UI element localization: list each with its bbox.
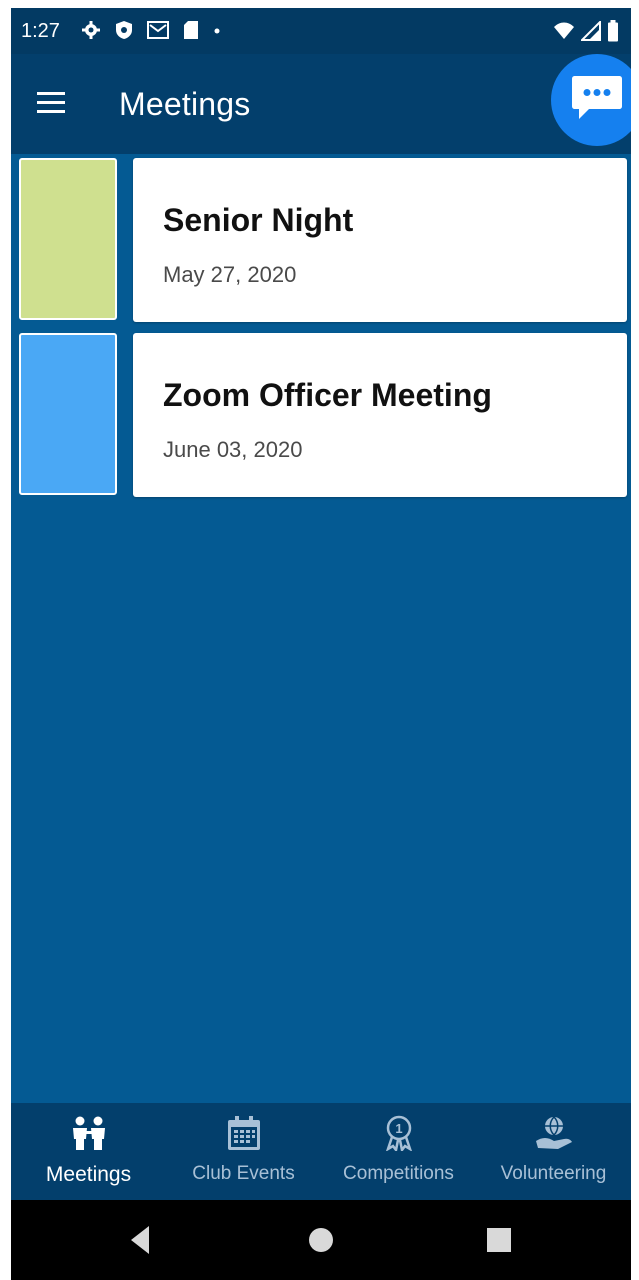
meeting-list-item[interactable]: Zoom Officer Meeting June 03, 2020	[19, 333, 627, 497]
meeting-card[interactable]: Zoom Officer Meeting June 03, 2020	[133, 333, 627, 497]
tab-competitions[interactable]: 1 Competitions	[321, 1103, 476, 1200]
gmail-icon	[147, 21, 169, 39]
system-navigation-bar	[11, 1200, 631, 1280]
award-ribbon-icon: 1	[385, 1115, 412, 1151]
battery-icon	[608, 20, 618, 42]
meeting-list-item[interactable]: Senior Night May 27, 2020	[19, 158, 627, 322]
meeting-date: May 27, 2020	[163, 262, 297, 287]
calendar-icon	[227, 1116, 260, 1150]
status-time: 1:27	[21, 20, 60, 42]
tab-label: Competitions	[343, 1163, 454, 1184]
chat-bubble-icon	[572, 76, 622, 119]
tab-club-events[interactable]: Club Events	[166, 1103, 321, 1200]
meeting-title: Senior Night	[163, 202, 354, 238]
hamburger-menu-icon[interactable]	[33, 88, 69, 118]
tab-label: Club Events	[192, 1163, 295, 1184]
tab-label: Meetings	[45, 1163, 132, 1186]
status-icons-left	[81, 20, 221, 40]
status-bar: 1:27	[11, 8, 631, 54]
meeting-color-swatch	[19, 158, 117, 320]
app-screen: 1:27 Meetings Senior Night May 27, 2020 …	[11, 8, 631, 1280]
meeting-color-swatch	[19, 333, 117, 495]
recents-icon[interactable]	[481, 1222, 517, 1258]
home-icon[interactable]	[303, 1222, 339, 1258]
tab-label: Volunteering	[500, 1163, 607, 1184]
svg-text:1: 1	[395, 1121, 402, 1136]
bottom-navigation: Meetings Club Events 1 Competitions Volu…	[11, 1103, 631, 1200]
meeting-date: June 03, 2020	[163, 437, 303, 462]
back-icon[interactable]	[123, 1222, 159, 1258]
globe-hand-icon	[535, 1116, 572, 1149]
dot-icon	[214, 28, 220, 34]
wifi-icon	[554, 22, 574, 39]
meeting-title: Zoom Officer Meeting	[163, 377, 492, 413]
page-title: Meetings	[119, 86, 251, 122]
tab-volunteering[interactable]: Volunteering	[476, 1103, 631, 1200]
status-icons-right	[553, 20, 619, 42]
sd-card-icon	[184, 21, 198, 39]
tab-meetings[interactable]: Meetings	[11, 1103, 166, 1200]
people-icon	[72, 1116, 105, 1150]
meeting-card[interactable]: Senior Night May 27, 2020	[133, 158, 627, 322]
shield-icon	[116, 21, 132, 39]
app-bar: Meetings	[11, 54, 631, 154]
settings-icon	[82, 21, 100, 39]
signal-icon	[581, 21, 601, 41]
